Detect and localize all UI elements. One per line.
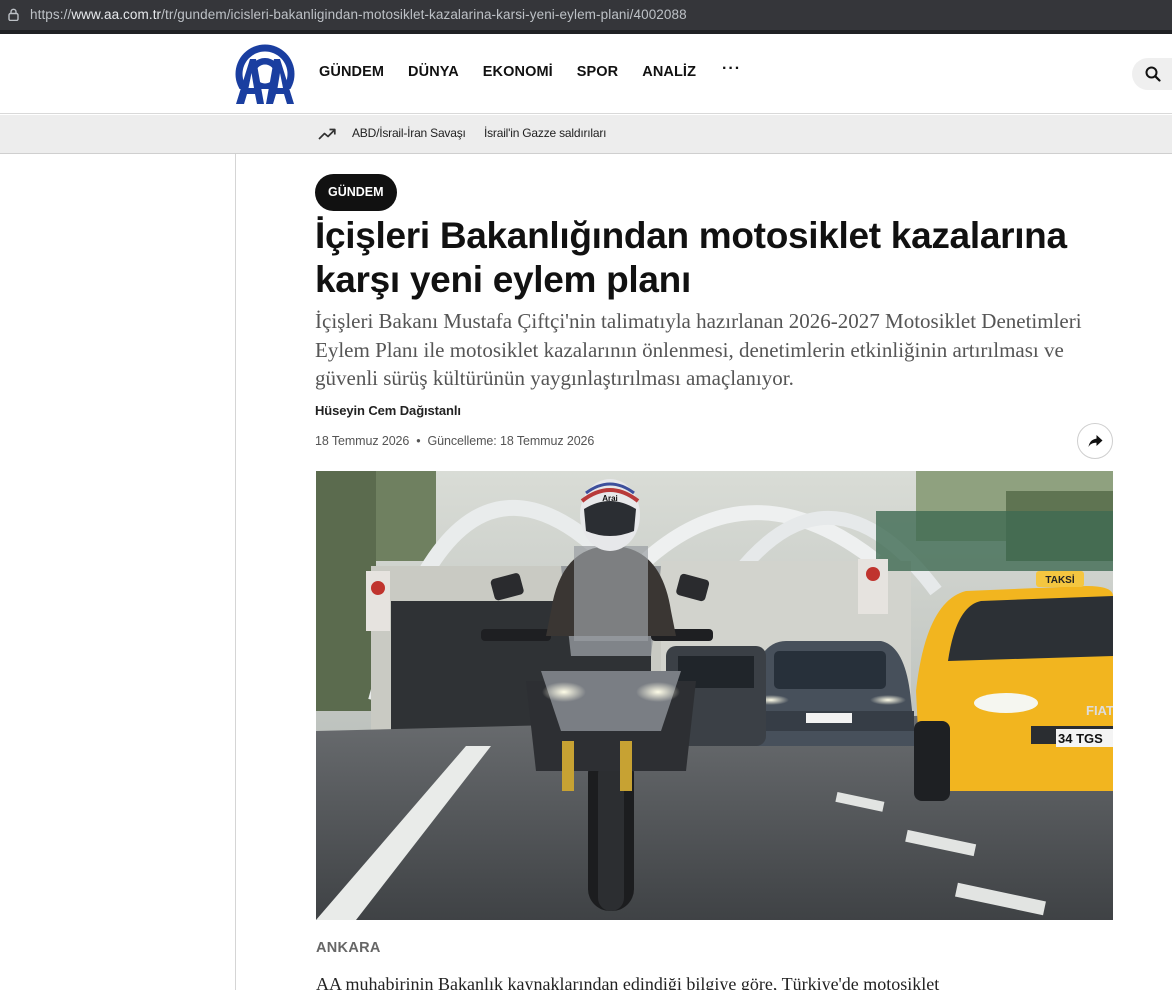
- url-domain: www.aa.com.tr: [71, 7, 162, 22]
- taxi-plate-text: 34 TGS: [1058, 731, 1103, 746]
- share-icon: [1088, 435, 1103, 447]
- site-header: GÜNDEM DÜNYA EKONOMİ SPOR ANALİZ ···: [0, 34, 1172, 114]
- content-divider: [235, 154, 236, 990]
- article-author[interactable]: Hüseyin Cem Dağıstanlı: [315, 403, 461, 418]
- article-dates: 18 Temmuz 2026 • Güncelleme: 18 Temmuz 202…: [315, 434, 594, 448]
- category-badge[interactable]: GÜNDEM: [315, 174, 397, 211]
- nav-item-analiz[interactable]: ANALİZ: [642, 64, 696, 82]
- article-body-text: AA muhabirinin Bakanlık kaynaklarından e…: [316, 974, 940, 990]
- nav-item-ekonomi[interactable]: EKONOMİ: [483, 64, 553, 82]
- url-text[interactable]: https://www.aa.com.tr/tr/gundem/icisleri…: [30, 7, 687, 22]
- trending-link[interactable]: ABD/İsrail-İran Savaşı: [352, 126, 466, 140]
- nav-item-dunya[interactable]: DÜNYA: [408, 64, 459, 82]
- url-path: /tr/gundem/icisleri-bakanligindan-motosi…: [161, 7, 687, 22]
- share-button[interactable]: [1077, 423, 1113, 459]
- article-summary: İçişleri Bakanı Mustafa Çiftçi'nin talim…: [315, 309, 1082, 390]
- article-photo[interactable]: TAKSİ FIAT 34 TGS Arai: [316, 471, 1113, 920]
- publish-date: 18 Temmuz 2026: [315, 434, 410, 448]
- article-headline: İçişleri Bakanlığından motosiklet kazala…: [315, 215, 1067, 300]
- date-separator: •: [416, 434, 421, 448]
- browser-url-bar[interactable]: https://www.aa.com.tr/tr/gundem/icisleri…: [0, 0, 1172, 30]
- taxi-sign-text: TAKSİ: [1045, 573, 1074, 586]
- aa-logo[interactable]: [234, 43, 296, 105]
- nav-item-spor[interactable]: SPOR: [577, 64, 619, 82]
- main-nav: GÜNDEM DÜNYA EKONOMİ SPOR ANALİZ ···: [319, 60, 741, 82]
- trending-icon: [318, 128, 336, 140]
- search-icon: [1145, 66, 1161, 82]
- search-button[interactable]: [1132, 58, 1172, 90]
- motorcycle-photo: TAKSİ FIAT 34 TGS Arai: [316, 471, 1113, 920]
- url-prefix: https://: [30, 7, 72, 22]
- trending-bar: ABD/İsrail-İran Savaşı İsrail'in Gazze s…: [0, 115, 1172, 154]
- nav-item-gundem[interactable]: GÜNDEM: [319, 64, 384, 82]
- lock-icon: [8, 8, 19, 21]
- nav-more-button[interactable]: ···: [722, 60, 741, 78]
- update-date: Güncelleme: 18 Temmuz 2026: [427, 434, 595, 448]
- trending-link[interactable]: İsrail'in Gazze saldırıları: [484, 126, 606, 140]
- car-brand-text: FIAT: [1086, 703, 1113, 718]
- article-dateline: ANKARA: [316, 940, 381, 956]
- helmet-brand-text: Arai: [602, 494, 618, 503]
